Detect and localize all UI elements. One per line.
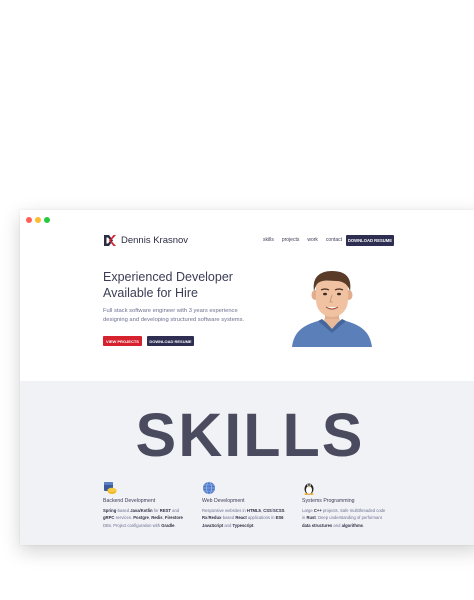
skill-line: in Rust. Deep understanding of performan… [302, 515, 382, 521]
skill-line: gRPC services. Postgre, Redis, Firestore [103, 515, 183, 521]
dk-logo-icon [104, 235, 116, 246]
linux-penguin-icon [304, 483, 314, 495]
nav-link-skills[interactable]: skills [263, 237, 274, 243]
skill-line: Large C++ projects. Safe multithreaded c… [302, 508, 386, 513]
nav-link-projects[interactable]: projects [282, 237, 300, 243]
hero-title-line: Experienced Developer [103, 270, 233, 284]
skill-card-web: Web Development Responsive websites in H… [202, 481, 294, 529]
hero-title: Experienced Developer Available for Hire [103, 270, 273, 301]
skill-line: data structures and algorithms. [302, 522, 365, 528]
brand-logo[interactable]: Dennis Krasnov [103, 234, 188, 247]
avatar-illustration [292, 271, 372, 347]
skills-section: SKILLS Backend Development Spring-based … [20, 381, 474, 545]
download-resume-button[interactable]: DOWNLOAD RESUME [147, 336, 194, 346]
window-titlebar [20, 210, 474, 226]
skill-line: DBs. Project configuration with Gradle. [103, 522, 176, 528]
view-projects-button[interactable]: VIEW PROJECTS [103, 336, 142, 346]
skill-card-systems: Systems Programming Large C++ projects. … [302, 481, 394, 529]
skill-line: Responsive websites in HTML5, CSS/SCSS. [202, 508, 286, 513]
hero-subtitle-line: designing and developing structured soft… [103, 317, 245, 323]
skill-card-backend: Backend Development Spring-based Java/Ko… [103, 481, 195, 529]
brand-name: Dennis Krasnov [121, 235, 189, 246]
skill-line: Rx/Redux-based React applications in ES6 [202, 515, 284, 521]
minimize-window-button[interactable] [35, 217, 41, 223]
skills-heading: SKILLS [135, 401, 365, 469]
skill-description: Spring-based Java/Kotlin for REST and gR… [103, 507, 195, 529]
skill-title: Systems Programming [302, 498, 355, 504]
skill-title: Backend Development [103, 498, 156, 504]
maximize-window-button[interactable] [44, 217, 50, 223]
close-window-button[interactable] [26, 217, 32, 223]
top-navigation: Dennis Krasnov skills projects work cont… [103, 234, 394, 248]
hero-subtitle-line: Full stack software engineer with 3 year… [103, 308, 238, 314]
skill-line: Spring-based Java/Kotlin for REST and [103, 508, 180, 513]
skill-line: JavaScript and Typescript. [202, 522, 255, 528]
browser-window: Dennis Krasnov skills projects work cont… [20, 210, 474, 545]
nav-links: skills projects work contact [263, 237, 342, 243]
globe-icon [203, 481, 215, 495]
skill-description: Responsive websites in HTML5, CSS/SCSS. … [202, 507, 294, 529]
nav-link-contact[interactable]: contact [326, 237, 342, 243]
skill-description: Large C++ projects. Safe multithreaded c… [302, 507, 394, 529]
download-resume-nav-button[interactable]: DOWNLOAD RESUME [346, 235, 394, 246]
database-icon [104, 482, 117, 494]
skill-title: Web Development [202, 498, 245, 504]
nav-link-work[interactable]: work [307, 237, 318, 243]
hero-title-line: Available for Hire [103, 285, 198, 300]
hero-subtitle: Full stack software engineer with 3 year… [103, 307, 273, 325]
